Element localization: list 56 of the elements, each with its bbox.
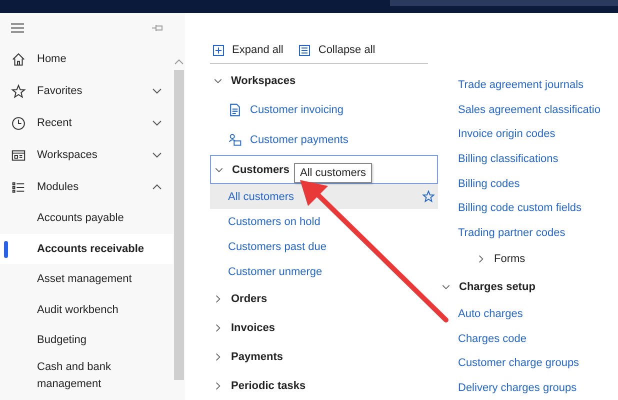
list-icon [11, 180, 26, 194]
chevron-icon [213, 352, 223, 362]
nav-item[interactable]: Modules [0, 171, 174, 203]
menu-link[interactable]: Trading partner codes [458, 220, 618, 246]
menu-link[interactable]: Customer unmerge [210, 259, 438, 284]
nav-item[interactable]: Workspaces [0, 139, 174, 171]
chevron-icon [213, 322, 223, 332]
menu-link[interactable]: Billing codes [458, 171, 618, 196]
section-header[interactable]: Payments [210, 342, 438, 371]
menu-link[interactable]: Charges code [458, 326, 618, 351]
menu-link[interactable]: All customers [210, 184, 438, 209]
menu-link[interactable]: Customer charge groups [458, 350, 618, 376]
module-item[interactable]: Audit workbench [0, 294, 174, 325]
chevron-icon [476, 254, 486, 264]
section-header[interactable]: Charges setup [441, 273, 618, 302]
nav-item[interactable]: Home [0, 43, 174, 75]
document-icon [228, 103, 242, 117]
menu-link[interactable]: Customer payments [210, 125, 438, 155]
menu-link[interactable]: Trade agreement journals [458, 73, 618, 98]
search-field[interactable] [390, 0, 618, 6]
menu-link[interactable]: Delivery charges groups [458, 375, 618, 400]
scroll-up-icon[interactable] [174, 58, 184, 66]
module-item[interactable]: Accounts receivable [0, 234, 174, 264]
menu-link[interactable]: Customers past due [210, 234, 438, 259]
menu-link[interactable]: Sales agreement classificatio [458, 98, 618, 122]
module-item[interactable]: Asset management [0, 264, 174, 294]
star-icon[interactable] [422, 190, 435, 203]
section-header[interactable]: Invoices [210, 313, 438, 342]
menu-link[interactable]: Billing code custom fields [458, 196, 618, 220]
menu-link[interactable]: Invoice origin codes [458, 122, 618, 147]
scrollbar[interactable] [173, 13, 185, 400]
section-header[interactable]: Workspaces [210, 66, 438, 95]
menu-link[interactable]: Auto charges [458, 302, 618, 326]
home-icon [11, 52, 26, 66]
clock-icon [11, 116, 26, 130]
module-item[interactable]: Cash and bank management [0, 356, 174, 396]
expand-all-button[interactable]: Expand all [213, 44, 284, 56]
menu-link[interactable]: Customers on hold [210, 209, 438, 234]
collapse-all-button[interactable]: Collapse all [299, 44, 376, 56]
star-icon [11, 84, 26, 98]
section-header[interactable]: Periodic tasks [210, 371, 438, 400]
menu-link[interactable]: Customer invoicing [210, 95, 438, 125]
module-item[interactable]: Budgeting [0, 325, 174, 356]
section-header[interactable]: Orders [210, 284, 438, 313]
pin-icon[interactable] [152, 23, 164, 33]
workspace-icon [11, 148, 26, 162]
menu-link[interactable]: Billing classifications [458, 146, 618, 172]
nav-item[interactable]: Favorites [0, 75, 174, 107]
chevron-icon [213, 380, 223, 390]
person-card-icon [228, 133, 242, 147]
plus-box-icon [213, 44, 224, 56]
chevron-icon [213, 294, 223, 304]
group-header[interactable]: Forms [458, 245, 618, 274]
module-item[interactable]: Accounts payable [0, 203, 174, 234]
nav-item[interactable]: Recent [0, 107, 174, 139]
menu-icon[interactable] [11, 23, 24, 33]
